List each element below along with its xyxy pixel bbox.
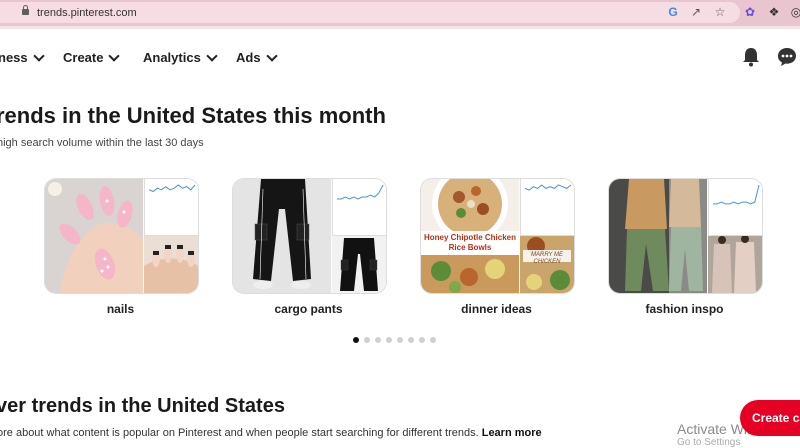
carousel-dot[interactable] (364, 337, 370, 343)
nav-create-label: Create (63, 50, 104, 65)
nav-create[interactable]: Create (63, 49, 121, 65)
cargo-pants-image (233, 179, 331, 293)
trend-card-fashion-inspo[interactable] (608, 178, 763, 294)
carousel-dot[interactable] (375, 337, 381, 343)
carousel-dot[interactable] (430, 337, 436, 343)
fashion-inspo-sparkline (708, 179, 762, 236)
nails-image (45, 179, 143, 293)
trend-card-label[interactable]: cargo pants (232, 302, 385, 316)
nav-analytics-label: Analytics (143, 50, 201, 65)
section-subtitle-text: ore about what content is popular on Pin… (0, 427, 479, 439)
fashion-inspo-image (609, 179, 707, 293)
fashion-inspo-thumbnail (708, 236, 762, 293)
section-subtitle: ore about what content is popular on Pin… (0, 427, 542, 439)
trend-card-dinner-ideas[interactable]: Honey Chipotle Chicken Rice Bowls MARRY … (420, 178, 575, 294)
carousel-dot[interactable] (353, 337, 359, 343)
carousel-dot[interactable] (419, 337, 425, 343)
nav-business[interactable]: ness (0, 49, 45, 65)
star-icon[interactable]: ☆ (713, 4, 727, 20)
nav-business-label: ness (0, 50, 28, 65)
nav-ads-label: Ads (236, 50, 261, 65)
page-subtitle: high search volume within the last 30 da… (0, 137, 204, 149)
share-icon[interactable]: ↗ (689, 4, 703, 20)
puzzle-icon[interactable]: ❖ (767, 4, 781, 20)
messages-icon[interactable] (777, 47, 797, 67)
dish-tag: MARRY ME CHICKEN (530, 252, 563, 265)
nav-analytics[interactable]: Analytics (143, 49, 218, 65)
address-bar[interactable]: trends.pinterest.com (0, 2, 740, 23)
bell-icon[interactable] (742, 47, 760, 67)
extension-flower-icon[interactable]: ✿ (743, 4, 757, 20)
trend-card-nails[interactable] (44, 178, 199, 294)
learn-more-link[interactable]: Learn more (482, 427, 542, 439)
nails-sparkline (144, 179, 198, 236)
lock-icon[interactable] (22, 5, 29, 15)
windows-watermark-sub: Go to Settings (677, 437, 741, 448)
carousel-pagination (353, 337, 436, 343)
trend-card-label[interactable]: dinner ideas (420, 302, 573, 316)
chevron-down-icon (265, 49, 278, 62)
carousel-dot[interactable] (386, 337, 392, 343)
nails-thumbnail (144, 236, 198, 293)
browser-toolbar: trends.pinterest.com G ↗ ☆ ✿ ❖ ◎ (0, 0, 800, 26)
section-title: ver trends in the United States (0, 395, 285, 417)
chevron-down-icon (108, 49, 121, 62)
trend-card-cargo-pants[interactable] (232, 178, 387, 294)
create-campaign-button[interactable]: Create ca (740, 400, 800, 436)
page-title: rends in the United States this month (0, 103, 386, 128)
google-icon[interactable]: G (667, 4, 679, 20)
cargo-pants-thumbnail (332, 236, 386, 293)
dish-title: Honey Chipotle Chicken Rice Bowls (423, 233, 516, 252)
chevron-down-icon (206, 49, 218, 62)
chevron-down-icon (32, 49, 45, 62)
nav-ads[interactable]: Ads (236, 49, 278, 65)
trend-card-label[interactable]: fashion inspo (608, 302, 761, 316)
page-divider (0, 26, 800, 29)
carousel-dot[interactable] (408, 337, 414, 343)
url-text: trends.pinterest.com (37, 7, 137, 19)
dinner-ideas-sparkline (520, 179, 574, 236)
dinner-ideas-thumbnail: MARRY ME CHICKEN (520, 236, 574, 293)
trend-card-label[interactable]: nails (44, 302, 197, 316)
cargo-pants-sparkline (332, 179, 386, 236)
carousel-dot[interactable] (397, 337, 403, 343)
profile-icon[interactable]: ◎ (789, 4, 800, 20)
